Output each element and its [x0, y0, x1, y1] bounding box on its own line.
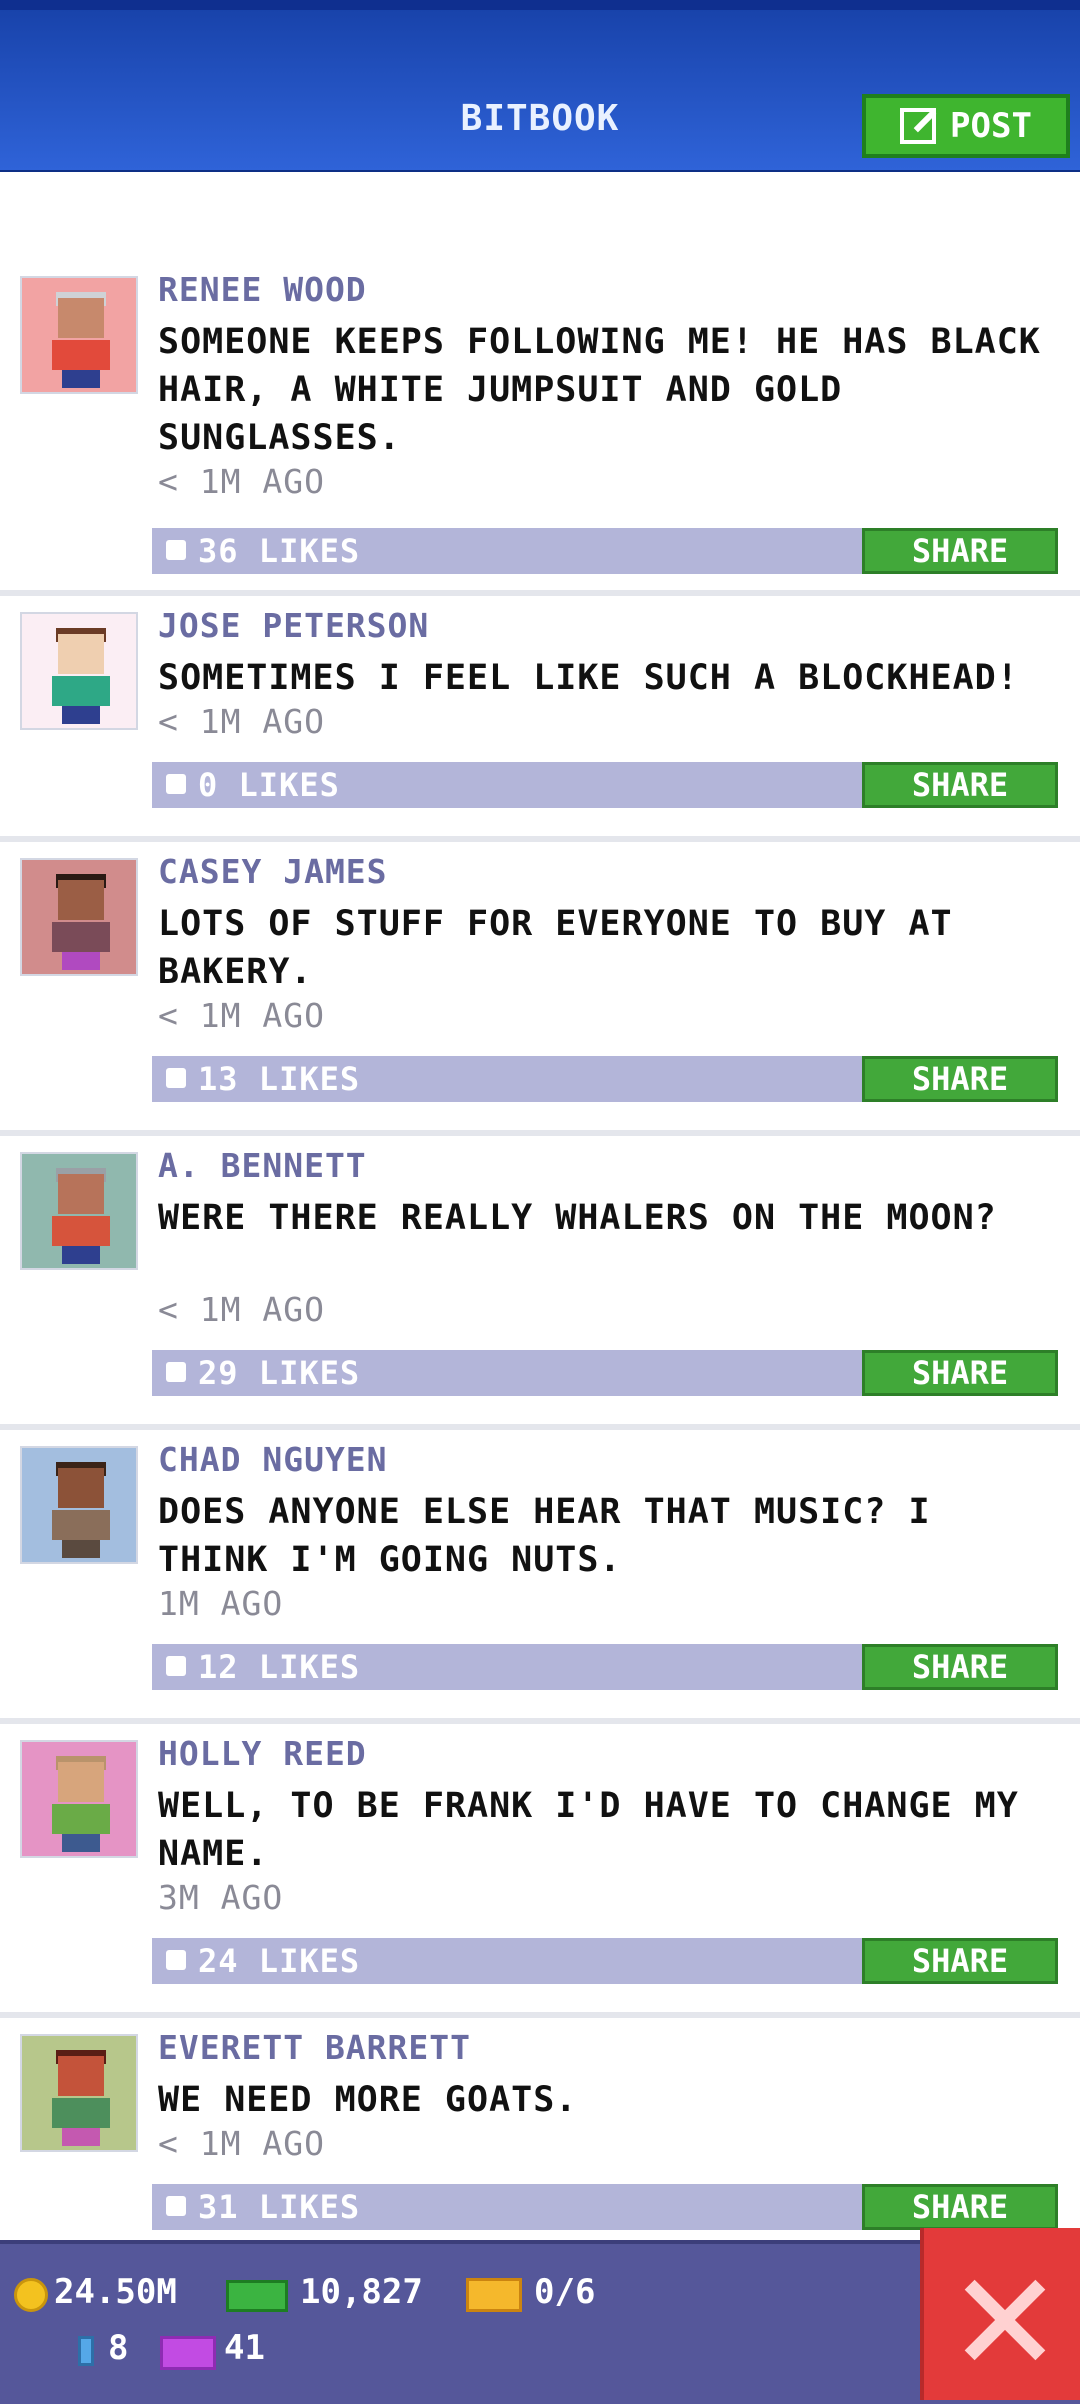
- close-button[interactable]: [920, 2228, 1080, 2400]
- likes-bar: 12 LIKES SHARE: [152, 1644, 1058, 1690]
- coin-count: 24.50M: [54, 2272, 177, 2312]
- like-icon[interactable]: [166, 2196, 186, 2216]
- post-message: SOMETIMES I FEEL LIKE SUCH A BLOCKHEAD!: [158, 658, 1019, 698]
- like-icon[interactable]: [166, 1656, 186, 1676]
- avatar: [20, 276, 138, 394]
- post-time: < 1M AGO: [158, 2124, 325, 2163]
- like-icon[interactable]: [166, 540, 186, 560]
- like-icon[interactable]: [166, 1950, 186, 1970]
- post-button-label: POST: [950, 106, 1032, 146]
- avatar: [20, 858, 138, 976]
- likes-bar: 0 LIKES SHARE: [152, 762, 1058, 808]
- share-button[interactable]: SHARE: [862, 528, 1058, 574]
- bux-icon: [226, 2280, 288, 2312]
- ticket-count: 0/6: [534, 2272, 596, 2312]
- post-time: < 1M AGO: [158, 996, 325, 1035]
- feed-post: EVERETT BARRETT WE NEED MORE GOATS. < 1M…: [0, 2018, 1080, 2264]
- post-time: 3M AGO: [158, 1878, 284, 1917]
- feed-post: RENEE WOOD SOMEONE KEEPS FOLLOWING ME! H…: [0, 270, 1080, 596]
- feed-post: CHAD NGUYEN DOES ANYONE ELSE HEAR THAT M…: [0, 1430, 1080, 1724]
- status-strip: [0, 0, 1080, 10]
- vip-count: 41: [224, 2328, 265, 2368]
- resource-bar: 24.50M 10,827 0/6 8 41: [0, 2240, 1080, 2404]
- feed-post: JOSE PETERSON SOMETIMES I FEEL LIKE SUCH…: [0, 596, 1080, 842]
- edit-icon: [900, 108, 937, 144]
- top-bar: BITBOOK POST: [0, 0, 1080, 172]
- share-button[interactable]: SHARE: [862, 1938, 1058, 1984]
- post-author: RENEE WOOD: [158, 270, 367, 309]
- coin-icon: [14, 2278, 48, 2312]
- share-button[interactable]: SHARE: [862, 2184, 1058, 2230]
- likes-bar: 31 LIKES SHARE: [152, 2184, 1058, 2230]
- likes-count: 24 LIKES: [198, 1942, 361, 1980]
- avatar: [20, 612, 138, 730]
- feed-list[interactable]: RENEE WOOD SOMEONE KEEPS FOLLOWING ME! H…: [0, 270, 1080, 2264]
- likes-count: 36 LIKES: [198, 532, 361, 570]
- likes-count: 29 LIKES: [198, 1354, 361, 1392]
- likes-count: 12 LIKES: [198, 1648, 361, 1686]
- battery-icon: [78, 2336, 94, 2366]
- avatar: [20, 1740, 138, 1858]
- likes-bar: 29 LIKES SHARE: [152, 1350, 1058, 1396]
- share-button[interactable]: SHARE: [862, 1350, 1058, 1396]
- post-author: CHAD NGUYEN: [158, 1440, 388, 1479]
- likes-bar: 36 LIKES SHARE: [152, 528, 1058, 574]
- post-author: HOLLY REED: [158, 1734, 367, 1773]
- post-author: A. BENNETT: [158, 1146, 367, 1185]
- post-message: WE NEED MORE GOATS.: [158, 2080, 578, 2120]
- likes-count: 31 LIKES: [198, 2188, 361, 2226]
- vip-icon: [160, 2336, 216, 2370]
- likes-bar: 13 LIKES SHARE: [152, 1056, 1058, 1102]
- avatar: [20, 2034, 138, 2152]
- bux-count: 10,827: [300, 2272, 423, 2312]
- avatar: [20, 1446, 138, 1564]
- like-icon[interactable]: [166, 774, 186, 794]
- post-message: DOES ANYONE ELSE HEAR THAT MUSIC? I THIN…: [158, 1492, 931, 1580]
- post-author: CASEY JAMES: [158, 852, 388, 891]
- post-author: JOSE PETERSON: [158, 606, 430, 645]
- ticket-icon: [466, 2278, 522, 2312]
- likes-bar: 24 LIKES SHARE: [152, 1938, 1058, 1984]
- like-icon[interactable]: [166, 1068, 186, 1088]
- close-icon: [962, 2278, 1046, 2362]
- feed-post: CASEY JAMES LOTS OF STUFF FOR EVERYONE T…: [0, 842, 1080, 1136]
- feed-post: A. BENNETT WERE THERE REALLY WHALERS ON …: [0, 1136, 1080, 1430]
- likes-count: 0 LIKES: [198, 766, 340, 804]
- post-time: < 1M AGO: [158, 1290, 325, 1329]
- battery-count: 8: [108, 2328, 129, 2368]
- post-author: EVERETT BARRETT: [158, 2028, 472, 2067]
- post-time: < 1M AGO: [158, 462, 325, 501]
- like-icon[interactable]: [166, 1362, 186, 1382]
- post-message: LOTS OF STUFF FOR EVERYONE TO BUY AT BAK…: [158, 904, 953, 992]
- avatar: [20, 1152, 138, 1270]
- feed-post: HOLLY REED WELL, TO BE FRANK I'D HAVE TO…: [0, 1724, 1080, 2018]
- post-time: < 1M AGO: [158, 702, 325, 741]
- share-button[interactable]: SHARE: [862, 1644, 1058, 1690]
- post-message: WERE THERE REALLY WHALERS ON THE MOON?: [158, 1198, 997, 1238]
- share-button[interactable]: SHARE: [862, 1056, 1058, 1102]
- post-message: SOMEONE KEEPS FOLLOWING ME! HE HAS BLACK…: [158, 322, 1041, 458]
- post-message: WELL, TO BE FRANK I'D HAVE TO CHANGE MY …: [158, 1786, 1019, 1874]
- post-time: 1M AGO: [158, 1584, 284, 1623]
- likes-count: 13 LIKES: [198, 1060, 361, 1098]
- share-button[interactable]: SHARE: [862, 762, 1058, 808]
- post-button[interactable]: POST: [862, 94, 1070, 158]
